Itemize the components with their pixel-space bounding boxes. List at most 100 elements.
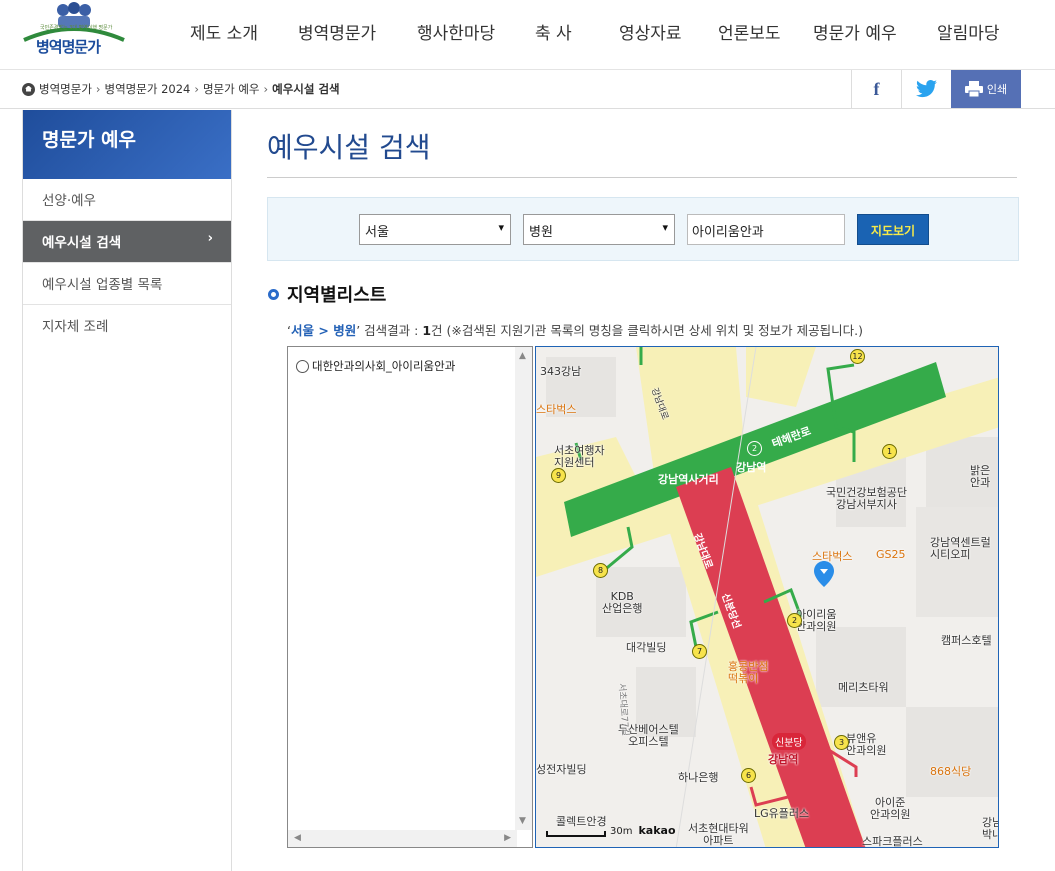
facility-list: 대한안과의사회_아이리움안과 ▲ ▼ ◀ ▶	[287, 346, 533, 848]
search-box: 서울 ▾ 병원 ▾ 아이리움안과 지도보기	[267, 197, 1019, 261]
scroll-right-icon[interactable]: ▶	[504, 833, 511, 843]
map-label: 강남역사거리	[658, 473, 719, 486]
chevron-right-icon: ›	[263, 82, 269, 96]
nav-item-events[interactable]: 행사한마당	[417, 19, 535, 44]
map-label: 강남역	[768, 753, 799, 766]
list-item-label: 대한안과의사회_아이리움안과	[312, 359, 456, 373]
exit-marker: 2	[787, 613, 802, 628]
map-label: 국민건강보험공단 강남서부지사	[826, 486, 907, 511]
map-label: 밝은 안과	[970, 464, 991, 489]
nav-item-benefits[interactable]: 명문가 예우	[813, 19, 937, 44]
nav-item-videos[interactable]: 영상자료	[619, 19, 718, 44]
page-title: 예우시설 검색	[267, 131, 431, 164]
scroll-up-icon[interactable]: ▲	[519, 351, 526, 361]
map-label-target: 아이리움 안과의원	[796, 608, 837, 633]
nav-item-notice[interactable]: 알림마당	[937, 19, 1000, 44]
title-divider	[267, 177, 1017, 178]
sidebar-item-facility-search[interactable]: 예우시설 검색 ›	[23, 221, 231, 263]
print-icon	[964, 81, 983, 97]
map-label: 캠퍼스호텔	[941, 634, 992, 647]
region-select[interactable]: 서울 ▾	[359, 214, 511, 245]
map-label: 343강남	[540, 365, 582, 378]
map-label: 뷰앤유 안과의원	[846, 732, 887, 757]
map-view-button[interactable]: 지도보기	[857, 214, 929, 245]
exit-marker: 8	[593, 563, 608, 578]
horizontal-scrollbar[interactable]: ◀ ▶	[288, 830, 517, 847]
breadcrumb-item[interactable]: 병역명문가	[39, 81, 92, 97]
share-buttons: f 인쇄	[851, 70, 1021, 108]
map-label: GS25	[876, 548, 906, 561]
vertical-scrollbar[interactable]: ▲ ▼	[515, 347, 532, 830]
map-label: 강남역센트럴 시티오피	[930, 536, 991, 561]
facebook-button[interactable]: f	[851, 70, 901, 108]
sidebar-item-honor[interactable]: 선양·예우	[23, 179, 231, 221]
exit-marker: 7	[692, 644, 707, 659]
map-label: 스파크플러스	[862, 835, 923, 848]
map-label: KDB 산업은행	[602, 590, 643, 615]
scroll-left-icon[interactable]: ◀	[294, 833, 301, 843]
breadcrumb: 병역명문가 › 병역명문가 2024 › 명문가 예우 › 예우시설 검색	[22, 81, 340, 97]
breadcrumb-item[interactable]: 명문가 예우	[203, 81, 260, 97]
map-label: 아이준 안과의원	[870, 796, 911, 821]
list-item[interactable]: 대한안과의사회_아이리움안과	[296, 358, 455, 374]
sidebar-item-ordinance[interactable]: 지자체 조례	[23, 305, 231, 347]
map-label: 강남 박내과	[982, 816, 998, 841]
nav-item-congrats[interactable]: 축 사	[535, 19, 619, 44]
sidebar-item-facility-list[interactable]: 예우시설 업종별 목록	[23, 263, 231, 305]
exit-marker: 3	[834, 735, 849, 750]
logo-text: 병역명문가	[36, 38, 101, 56]
print-button[interactable]: 인쇄	[951, 70, 1021, 108]
nav-item-family[interactable]: 병역명문가	[298, 19, 417, 44]
map-label: 서초여행자 지원센터	[554, 444, 605, 469]
sidebar: 명문가 예우 선양·예우 예우시설 검색 › 예우시설 업종별 목록 지자체 조례	[22, 110, 232, 871]
sidebar-item-label: 예우시설 검색	[42, 235, 122, 251]
section-title-text: 지역별리스트	[287, 285, 387, 306]
home-icon[interactable]	[22, 82, 35, 96]
map-label: 868식당	[930, 765, 972, 778]
map-label: LG유플러스	[754, 807, 810, 820]
bullet-icon	[268, 288, 279, 300]
nav-item-press[interactable]: 언론보도	[718, 19, 813, 44]
breadcrumb-item[interactable]: 병역명문가 2024	[105, 81, 191, 97]
site-header: 국민존경받는 3대 병역이행 명문가 병역명문가 제도 소개 병역명문가 행사한…	[0, 0, 1055, 70]
keyword-input[interactable]: 아이리움안과	[687, 214, 845, 245]
scroll-down-icon[interactable]: ▼	[519, 816, 526, 826]
logo[interactable]: 국민존경받는 3대 병역이행 명문가 병역명문가	[18, 0, 130, 62]
exit-marker: 6	[741, 768, 756, 783]
radio-button[interactable]	[296, 359, 309, 373]
exit-marker: 9	[551, 468, 566, 483]
search-result-summary: ‘서울 > 병원’ 검색결과 : 1건 (※검색된 지원기관 목록의 명칭을 클…	[287, 320, 863, 339]
map-scale: 30m kakao	[546, 824, 676, 837]
category-select-value: 병원	[529, 225, 553, 240]
section-title: 지역별리스트	[268, 281, 386, 307]
location-pin-icon[interactable]	[814, 561, 834, 587]
exit-marker: 1	[882, 444, 897, 459]
result-arrow: >	[314, 323, 334, 338]
nav-item-system[interactable]: 제도 소개	[190, 19, 298, 44]
map-label: 메리츠타워	[838, 681, 889, 694]
line-badge: 신분당	[772, 733, 806, 750]
result-label: 검색결과 :	[360, 323, 423, 338]
twitter-button[interactable]	[901, 70, 951, 108]
breadcrumb-current: 예우시설 검색	[272, 82, 340, 96]
chevron-right-icon: ›	[194, 82, 199, 96]
chevron-right-icon: ›	[207, 231, 213, 246]
scale-label: 30m	[610, 826, 633, 837]
result-unit: 건	[431, 323, 443, 338]
exit-marker: 12	[850, 349, 865, 364]
map-label: 성전자빌딩	[536, 763, 587, 776]
region-select-value: 서울	[365, 225, 389, 240]
category-select[interactable]: 병원 ▾	[523, 214, 675, 245]
sidebar-item-label: 예우시설 업종별 목록	[42, 277, 163, 293]
result-region: 서울	[290, 323, 314, 338]
exit-marker: 2	[747, 441, 762, 456]
main-nav: 제도 소개 병역명문가 행사한마당 축 사 영상자료 언론보도 명문가 예우 알…	[190, 19, 1000, 44]
chevron-down-icon: ▾	[498, 221, 504, 234]
sidebar-item-label: 선양·예우	[42, 193, 96, 209]
logo-subtext: 국민존경받는 3대 병역이행 명문가	[40, 25, 113, 31]
map-label: 대각빌딩	[626, 641, 667, 654]
map-label: 하나은행	[678, 771, 719, 784]
result-category: 병원	[333, 323, 357, 338]
map-view[interactable]: 343강남 스타벅스 서초여행자 지원센터 강남역사거리 강남역 테헤란로 국민…	[535, 346, 999, 848]
map-label: 서초현대타워 아파트	[688, 822, 749, 847]
